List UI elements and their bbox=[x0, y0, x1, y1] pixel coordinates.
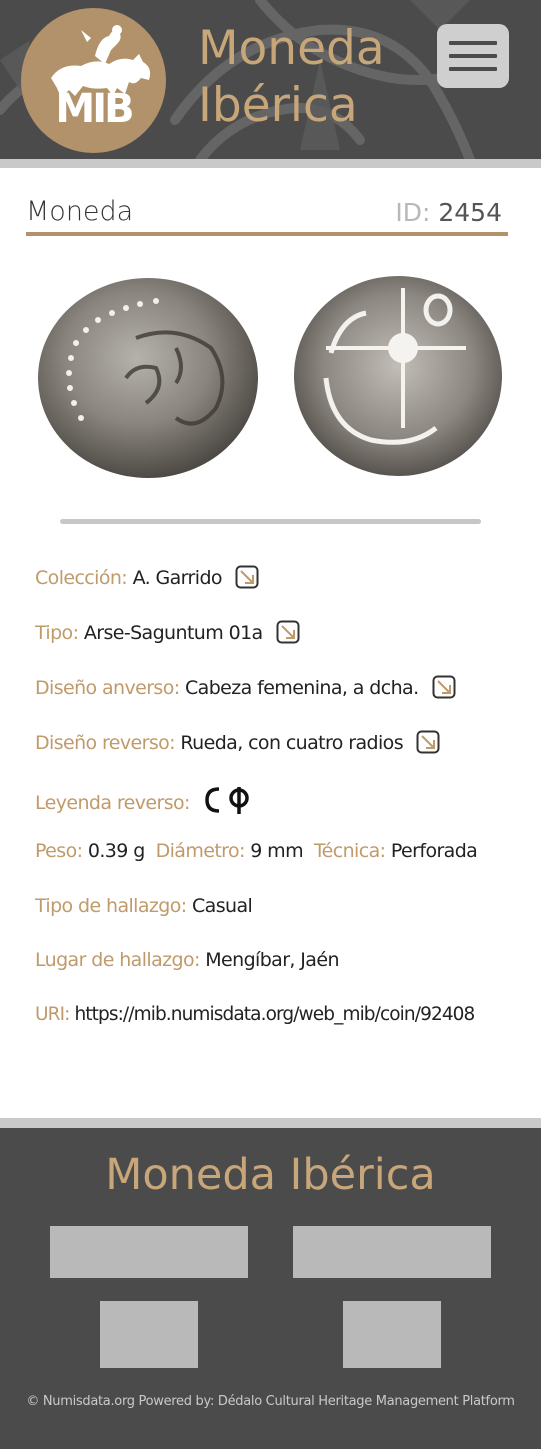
site-logo[interactable]: MIB bbox=[21, 8, 166, 153]
detail-medidas: Peso: 0.39 g Diámetro: 9 mm Técnica: Per… bbox=[35, 840, 478, 872]
hamburger-menu-icon bbox=[449, 41, 497, 45]
uri-value[interactable]: https://mib.numisdata.org/web_mib/coin/9… bbox=[74, 1004, 475, 1025]
tipo-hallazgo-value: Casual bbox=[192, 895, 253, 917]
footer-partner-logo[interactable] bbox=[50, 1226, 248, 1278]
logo-text: MIB bbox=[55, 86, 134, 132]
footer-title: Moneda Ibérica bbox=[105, 1150, 436, 1200]
tipo-value: Arse-Saguntum 01a bbox=[83, 622, 263, 644]
footer-partner-logo[interactable] bbox=[293, 1226, 491, 1278]
coin-images bbox=[38, 276, 502, 478]
coin-reverse-image[interactable] bbox=[294, 276, 502, 476]
diseno-reverso-label: Diseño reverso: bbox=[35, 732, 176, 754]
detail-leyenda-reverso: Leyenda reverso: bbox=[35, 785, 255, 817]
external-link-icon[interactable] bbox=[276, 620, 300, 644]
hamburger-menu-icon bbox=[449, 54, 497, 58]
footer-partner-logo[interactable] bbox=[100, 1301, 198, 1368]
coin-title: Moneda bbox=[26, 196, 134, 227]
tipo-hallazgo-label: Tipo de hallazgo: bbox=[35, 895, 187, 917]
detail-tipo-hallazgo: Tipo de hallazgo: Casual bbox=[35, 895, 253, 927]
detail-diseno-anverso: Diseño anverso: Cabeza femenina, a dcha. bbox=[35, 675, 456, 707]
tecnica-value: Perforada bbox=[390, 840, 478, 862]
header-divider bbox=[0, 159, 541, 168]
peso-label: Peso: bbox=[35, 840, 83, 862]
leyenda-reverso-label: Leyenda reverso: bbox=[35, 792, 190, 814]
diseno-anverso-value: Cabeza femenina, a dcha. bbox=[185, 677, 419, 699]
tecnica-label: Técnica: bbox=[313, 840, 386, 862]
lugar-hallazgo-label: Lugar de hallazgo: bbox=[35, 949, 200, 971]
coin-id-value: 2454 bbox=[438, 198, 502, 227]
external-link-icon[interactable] bbox=[416, 730, 440, 754]
coin-obverse-image[interactable] bbox=[38, 278, 258, 478]
tipo-label: Tipo: bbox=[35, 622, 79, 644]
peso-value: 0.39 g bbox=[87, 840, 145, 862]
iberian-legend-glyphs-icon bbox=[205, 787, 250, 814]
footer-partner-logo[interactable] bbox=[343, 1301, 441, 1368]
coin-id-label: ID: bbox=[395, 198, 431, 227]
site-header: MIB Moneda Ibérica bbox=[0, 0, 541, 160]
site-footer: Moneda Ibérica © Numisdata.org Powered b… bbox=[0, 1128, 541, 1449]
site-title-line2: Ibérica bbox=[198, 78, 358, 133]
external-link-icon[interactable] bbox=[235, 565, 259, 589]
external-link-icon[interactable] bbox=[432, 675, 456, 699]
diametro-label: Diámetro: bbox=[155, 840, 246, 862]
footer-divider bbox=[0, 1118, 541, 1128]
footer-copyright: © Numisdata.org Powered by: Dédalo Cultu… bbox=[26, 1394, 515, 1409]
detail-uri: URI: https://mib.numisdata.org/web_mib/c… bbox=[35, 1004, 475, 1036]
uri-label: URI: bbox=[35, 1004, 70, 1025]
hamburger-menu-icon bbox=[449, 67, 497, 71]
coin-id: ID: 2454 bbox=[395, 198, 502, 227]
detail-lugar-hallazgo: Lugar de hallazgo: Mengíbar, Jaén bbox=[35, 949, 339, 981]
diseno-reverso-value: Rueda, con cuatro radios bbox=[180, 732, 403, 754]
coin-divider bbox=[60, 519, 481, 524]
detail-coleccion: Colección: A. Garrido bbox=[35, 565, 259, 597]
coin-heading: Moneda ID: 2454 bbox=[26, 192, 508, 236]
detail-diseno-reverso: Diseño reverso: Rueda, con cuatro radios bbox=[35, 730, 440, 762]
coleccion-label: Colección: bbox=[35, 567, 128, 589]
coleccion-value: A. Garrido bbox=[132, 567, 223, 589]
diseno-anverso-label: Diseño anverso: bbox=[35, 677, 180, 699]
site-title-line1: Moneda bbox=[198, 21, 385, 76]
menu-button[interactable] bbox=[437, 24, 509, 88]
detail-tipo: Tipo: Arse-Saguntum 01a bbox=[35, 620, 300, 652]
diametro-value: 9 mm bbox=[250, 840, 303, 862]
lugar-hallazgo-value: Mengíbar, Jaén bbox=[205, 949, 339, 971]
site-title[interactable]: Moneda Ibérica bbox=[198, 20, 428, 134]
